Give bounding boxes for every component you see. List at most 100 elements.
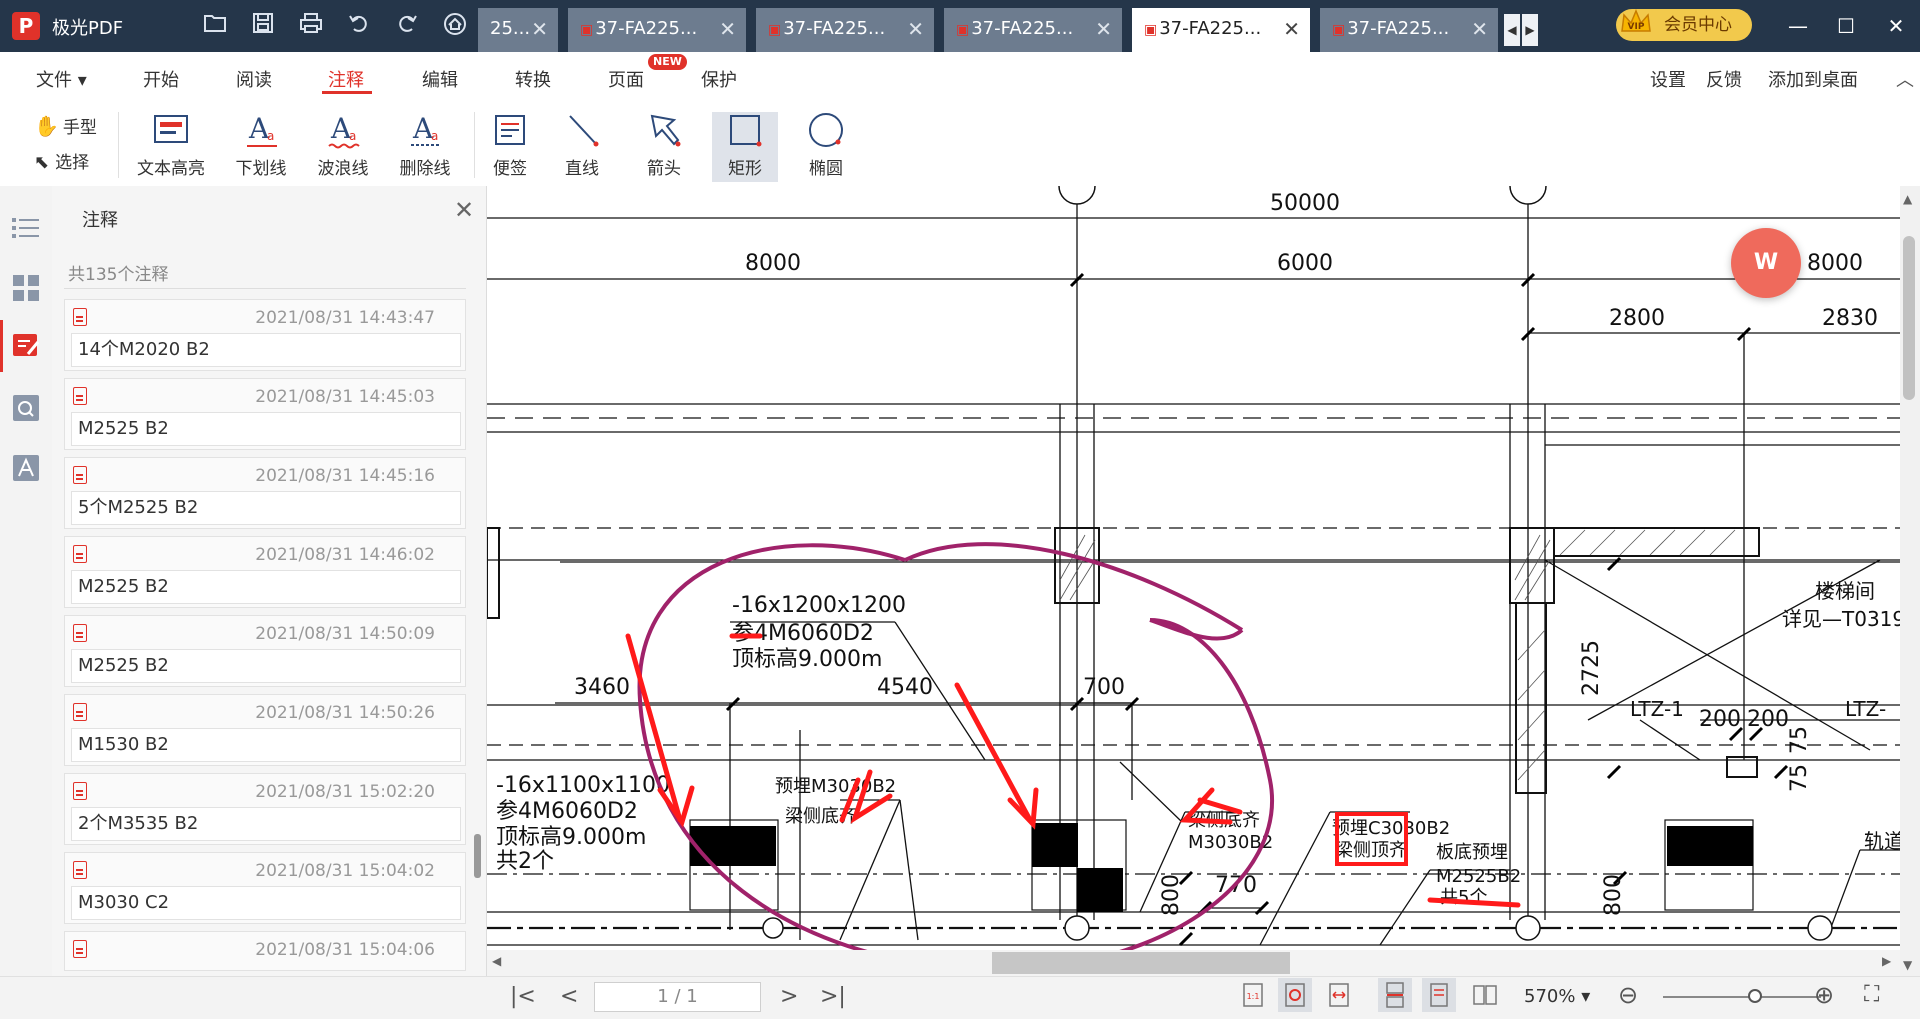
vertical-scroll-thumb[interactable]: [1903, 236, 1915, 400]
dim-text: 75: [1787, 764, 1812, 792]
sticky-note-tool[interactable]: 便签: [482, 112, 538, 179]
menu-annotate[interactable]: 注释: [328, 66, 364, 92]
menu-file[interactable]: 文件 ▾: [36, 66, 87, 92]
strikethrough-tool[interactable]: Aa 删除线: [388, 112, 462, 179]
close-icon[interactable]: ✕: [531, 8, 548, 50]
menu-read[interactable]: 阅读: [236, 66, 272, 92]
undo-icon[interactable]: [344, 12, 374, 40]
annotation-card[interactable]: 2021/08/31 14:45:03 M2525 B2: [64, 378, 466, 450]
search-panel-icon[interactable]: [10, 392, 42, 424]
next-page-icon[interactable]: >: [780, 984, 798, 1009]
tab-document-1[interactable]: 25... ✕: [478, 8, 558, 52]
menu-convert[interactable]: 转换: [515, 66, 551, 92]
tab-document-4[interactable]: ▣ 37-FA225... ✕: [944, 8, 1122, 52]
close-icon[interactable]: ✕: [1283, 8, 1300, 50]
tab-document-2[interactable]: ▣ 37-FA225... ✕: [568, 8, 746, 52]
annotation-card[interactable]: 2021/08/31 14:45:16 5个M2525 B2: [64, 457, 466, 529]
menu-feedback[interactable]: 反馈: [1706, 66, 1742, 92]
continuous-view-icon[interactable]: [1378, 978, 1412, 1012]
open-folder-icon[interactable]: [200, 12, 230, 40]
hand-tool[interactable]: ✋ 手型: [34, 113, 97, 138]
wavy-line-label: 波浪线: [317, 159, 369, 179]
annotation-text[interactable]: M3030 C2: [71, 886, 461, 920]
minimize-icon[interactable]: —: [1778, 12, 1818, 40]
fit-page-icon[interactable]: [1278, 978, 1312, 1012]
scroll-right-icon[interactable]: ▶: [1882, 954, 1891, 968]
annotation-text[interactable]: 14个M2020 B2: [71, 333, 461, 367]
line-tool[interactable]: 直线: [554, 112, 610, 179]
freehand-stroke-markup[interactable]: [904, 542, 1244, 641]
menu-page[interactable]: 页面: [608, 66, 644, 92]
tab-scroll-right-icon[interactable]: ▶: [1522, 14, 1538, 46]
two-page-icon[interactable]: [1470, 980, 1500, 1010]
zoom-slider-track[interactable]: [1663, 996, 1821, 998]
annotation-card[interactable]: 2021/08/31 15:02:20 2个M3535 B2: [64, 773, 466, 845]
close-icon[interactable]: ✕: [719, 8, 736, 50]
scroll-up-icon[interactable]: ▲: [1903, 192, 1912, 206]
annotation-card[interactable]: 2021/08/31 15:04:02 M3030 C2: [64, 852, 466, 924]
annotation-card[interactable]: 2021/08/31 14:50:09 M2525 B2: [64, 615, 466, 687]
fullscreen-icon[interactable]: ⛶: [1864, 982, 1879, 1008]
menu-protect[interactable]: 保护: [701, 66, 737, 92]
close-icon[interactable]: ✕: [907, 8, 924, 50]
zoom-in-icon[interactable]: ⊕: [1814, 982, 1834, 1008]
tab-scroll-left-icon[interactable]: ◀: [1504, 14, 1520, 46]
print-icon[interactable]: [296, 12, 326, 40]
panel-scrollbar[interactable]: [474, 834, 481, 878]
tab-document-5-active[interactable]: ▣ 37-FA225... ✕: [1132, 8, 1310, 52]
annotation-text[interactable]: M1530 B2: [71, 728, 461, 762]
menu-add-to-desktop[interactable]: 添加到桌面: [1768, 66, 1858, 92]
annotation-text[interactable]: M2525 B2: [71, 570, 461, 604]
zoom-out-icon[interactable]: ⊖: [1618, 982, 1638, 1008]
save-icon[interactable]: [248, 12, 278, 40]
annotation-card[interactable]: 2021/08/31 14:46:02 M2525 B2: [64, 536, 466, 608]
document-canvas[interactable]: 50000 8000 6000 8000 2800 2830 3460 4540…: [487, 186, 1900, 976]
annotation-text[interactable]: M2525 B2: [71, 412, 461, 446]
ellipse-tool[interactable]: 椭圆: [796, 112, 856, 179]
scroll-down-icon[interactable]: ▼: [1903, 958, 1912, 972]
annotation-card[interactable]: 2021/08/31 14:43:47 14个M2020 B2: [64, 299, 466, 371]
horizontal-scroll-thumb[interactable]: [992, 952, 1290, 974]
zoom-slider-knob[interactable]: [1748, 989, 1762, 1003]
maximize-icon[interactable]: ☐: [1826, 12, 1866, 40]
tab-document-3[interactable]: ▣ 37-FA225... ✕: [756, 8, 934, 52]
menu-settings[interactable]: 设置: [1650, 66, 1686, 92]
select-tool[interactable]: ⬉ 选择: [34, 148, 89, 173]
menu-edit[interactable]: 编辑: [422, 66, 458, 92]
float-convert-button[interactable]: W: [1731, 228, 1801, 298]
redo-icon[interactable]: [392, 12, 422, 40]
underline-tool[interactable]: Aa 下划线: [224, 112, 298, 179]
close-icon[interactable]: ✕: [454, 196, 474, 224]
last-page-icon[interactable]: >|: [820, 984, 846, 1009]
annotation-card[interactable]: 2021/08/31 14:50:26 M1530 B2: [64, 694, 466, 766]
thumbnails-icon[interactable]: [10, 272, 42, 304]
annotations-panel-icon[interactable]: [10, 330, 42, 362]
first-page-icon[interactable]: |<: [510, 984, 536, 1009]
annotation-card[interactable]: 2021/08/31 15:04:06: [64, 931, 466, 971]
pdf-icon: ▣: [956, 22, 970, 38]
ellipse-label: 椭圆: [809, 159, 843, 179]
menu-start[interactable]: 开始: [143, 66, 179, 92]
prev-page-icon[interactable]: <: [560, 984, 578, 1009]
arrow-tool[interactable]: 箭头: [634, 112, 694, 179]
collapse-ribbon-icon[interactable]: ︿: [1896, 66, 1914, 92]
zoom-level-dropdown[interactable]: 570% ▾: [1524, 986, 1590, 1007]
single-page-icon[interactable]: [1422, 978, 1456, 1012]
fit-width-icon[interactable]: [1324, 980, 1354, 1010]
scroll-left-icon[interactable]: ◀: [492, 954, 501, 968]
page-number-input[interactable]: 1 / 1: [594, 982, 761, 1012]
annotation-text[interactable]: 5个M2525 B2: [71, 491, 461, 525]
close-window-icon[interactable]: ✕: [1876, 12, 1916, 40]
outline-icon[interactable]: [10, 212, 42, 244]
signature-panel-icon[interactable]: [10, 452, 42, 484]
rectangle-tool-selected[interactable]: 矩形: [712, 112, 778, 182]
annotation-text[interactable]: M2525 B2: [71, 649, 461, 683]
annotation-text[interactable]: 2个M3535 B2: [71, 807, 461, 841]
text-highlight-tool[interactable]: 文本高亮: [130, 112, 212, 179]
actual-size-icon[interactable]: 1:1: [1238, 980, 1268, 1010]
wavy-line-tool[interactable]: Aa 波浪线: [306, 112, 380, 179]
tab-document-6[interactable]: ▣ 37-FA225... ✕: [1320, 8, 1498, 52]
close-icon[interactable]: ✕: [1471, 8, 1488, 50]
close-icon[interactable]: ✕: [1095, 8, 1112, 50]
home-icon[interactable]: [440, 12, 470, 40]
